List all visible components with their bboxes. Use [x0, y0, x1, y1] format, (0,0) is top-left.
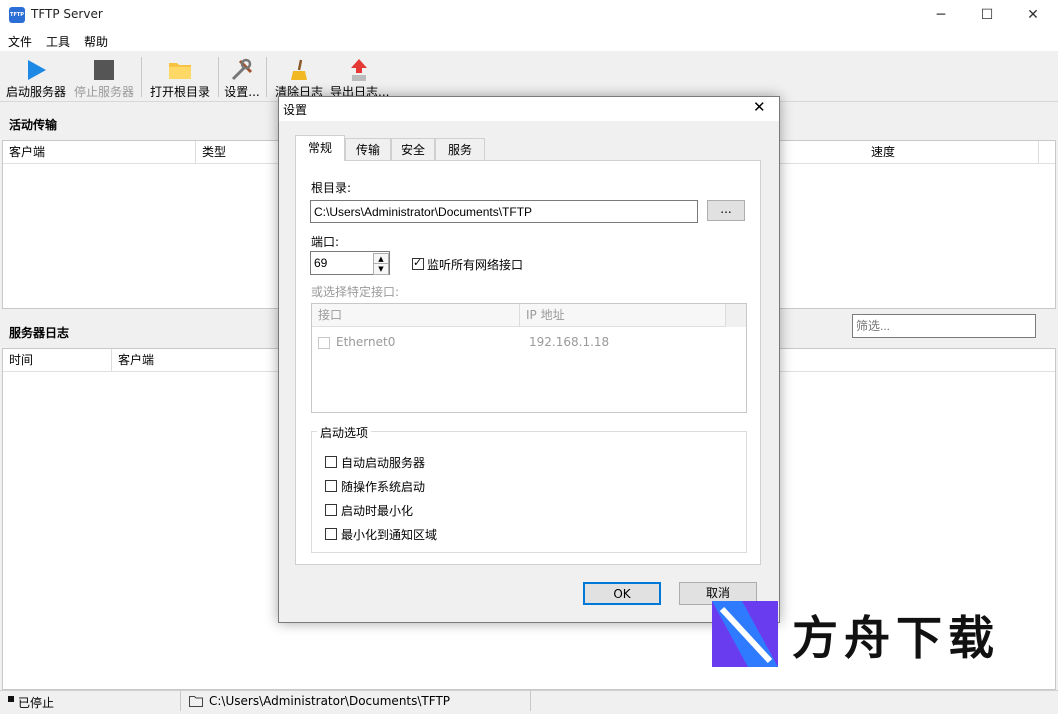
watermark-logo-icon: [712, 601, 778, 667]
dialog-title-bar: [279, 97, 779, 121]
menu-tools[interactable]: 工具: [46, 33, 70, 50]
root-dir-input[interactable]: [310, 200, 698, 223]
broom-icon: [291, 59, 307, 80]
toolbar-separator: [266, 57, 267, 97]
close-button[interactable]: ✕: [1010, 0, 1056, 31]
menu-help[interactable]: 帮助: [84, 33, 108, 50]
start-minimized-checkbox[interactable]: [325, 504, 337, 516]
maximize-button[interactable]: ☐: [964, 0, 1010, 31]
minimize-to-tray-label: 最小化到通知区域: [341, 528, 438, 542]
minimize-to-tray-checkbox[interactable]: [325, 528, 337, 540]
tab-security[interactable]: 安全: [391, 138, 435, 160]
column-ip-address[interactable]: IP 地址: [520, 304, 726, 327]
status-indicator-icon: [8, 696, 14, 702]
interface-list[interactable]: 接口 IP 地址 Ethernet0 192.168.1.18: [311, 303, 747, 413]
menu-file[interactable]: 文件: [8, 33, 32, 50]
app-icon: TFTP: [9, 7, 25, 23]
folder-icon: [169, 63, 191, 79]
column-time[interactable]: 时间: [3, 349, 112, 371]
settings-label: 设置...: [224, 85, 260, 99]
open-root-label: 打开根目录: [149, 85, 210, 99]
column-interface[interactable]: 接口: [312, 304, 520, 327]
browse-button[interactable]: ...: [707, 200, 745, 221]
stop-server-button[interactable]: 停止服务器: [72, 55, 136, 99]
stop-icon: [94, 60, 114, 80]
auto-start-checkbox[interactable]: [325, 456, 337, 468]
toolbar-separator: [141, 57, 142, 97]
interface-ip: 192.168.1.18: [529, 335, 610, 349]
server-log-title: 服务器日志: [9, 326, 70, 340]
minimize-button[interactable]: ─: [918, 0, 964, 31]
menu-bar: [0, 31, 1058, 51]
select-interface-label: 或选择特定接口:: [311, 285, 400, 299]
export-icon: [351, 59, 367, 81]
listen-all-checkbox[interactable]: [412, 256, 424, 270]
dialog-close-button[interactable]: ✕: [753, 98, 766, 116]
port-down-arrow[interactable]: ▼: [373, 263, 389, 275]
port-label: 端口:: [311, 235, 340, 249]
log-filter-input[interactable]: [852, 314, 1036, 338]
tab-service[interactable]: 服务: [435, 138, 485, 160]
watermark-text: 方舟下载: [792, 611, 1000, 665]
start-server-label: 启动服务器: [5, 85, 66, 99]
active-transfers-title: 活动传输: [9, 118, 58, 132]
ok-button[interactable]: OK: [583, 582, 661, 605]
settings-dialog: 设置 ✕ 常规 传输 安全 服务 根目录: ... 端口: ▲ ▼ 监听所有网络…: [278, 96, 780, 623]
root-dir-label: 根目录:: [311, 181, 352, 195]
tools-icon: [231, 58, 253, 81]
tab-general[interactable]: 常规: [295, 135, 345, 161]
tab-transfer[interactable]: 传输: [345, 138, 391, 160]
start-server-button[interactable]: 启动服务器: [4, 55, 68, 99]
toolbar-separator: [218, 57, 219, 97]
listen-all-label: 监听所有网络接口: [427, 258, 524, 272]
export-log-button[interactable]: 导出日志...: [330, 55, 389, 99]
column-client[interactable]: 客户端: [3, 141, 196, 163]
interface-checkbox[interactable]: [318, 337, 330, 349]
play-icon: [28, 60, 46, 80]
window-title: TFTP Server: [31, 7, 103, 21]
start-minimized-label: 启动时最小化: [341, 504, 414, 518]
settings-button[interactable]: 设置...: [222, 55, 262, 99]
root-path: C:\Users\Administrator\Documents\TFTP: [209, 694, 451, 708]
startup-options-title: 启动选项: [317, 424, 372, 441]
status-bar: [0, 690, 1058, 714]
open-root-button[interactable]: 打开根目录: [148, 55, 212, 99]
interface-name: Ethernet0: [336, 335, 396, 349]
clear-log-button[interactable]: 清除日志: [272, 55, 326, 99]
server-status: 已停止: [18, 696, 55, 710]
column-speed[interactable]: 速度: [865, 141, 1039, 163]
column-log-client[interactable]: 客户端: [112, 349, 280, 371]
status-separator: [530, 691, 531, 711]
auto-start-label: 自动启动服务器: [341, 456, 426, 470]
dialog-title: 设置: [283, 103, 308, 117]
start-with-os-label: 随操作系统启动: [341, 480, 426, 494]
title-bar: [0, 0, 1058, 31]
folder-icon: [189, 696, 203, 707]
start-with-os-checkbox[interactable]: [325, 480, 337, 492]
list-scroll-corner: [726, 304, 746, 327]
status-separator: [180, 691, 181, 711]
stop-server-label: 停止服务器: [73, 85, 134, 99]
